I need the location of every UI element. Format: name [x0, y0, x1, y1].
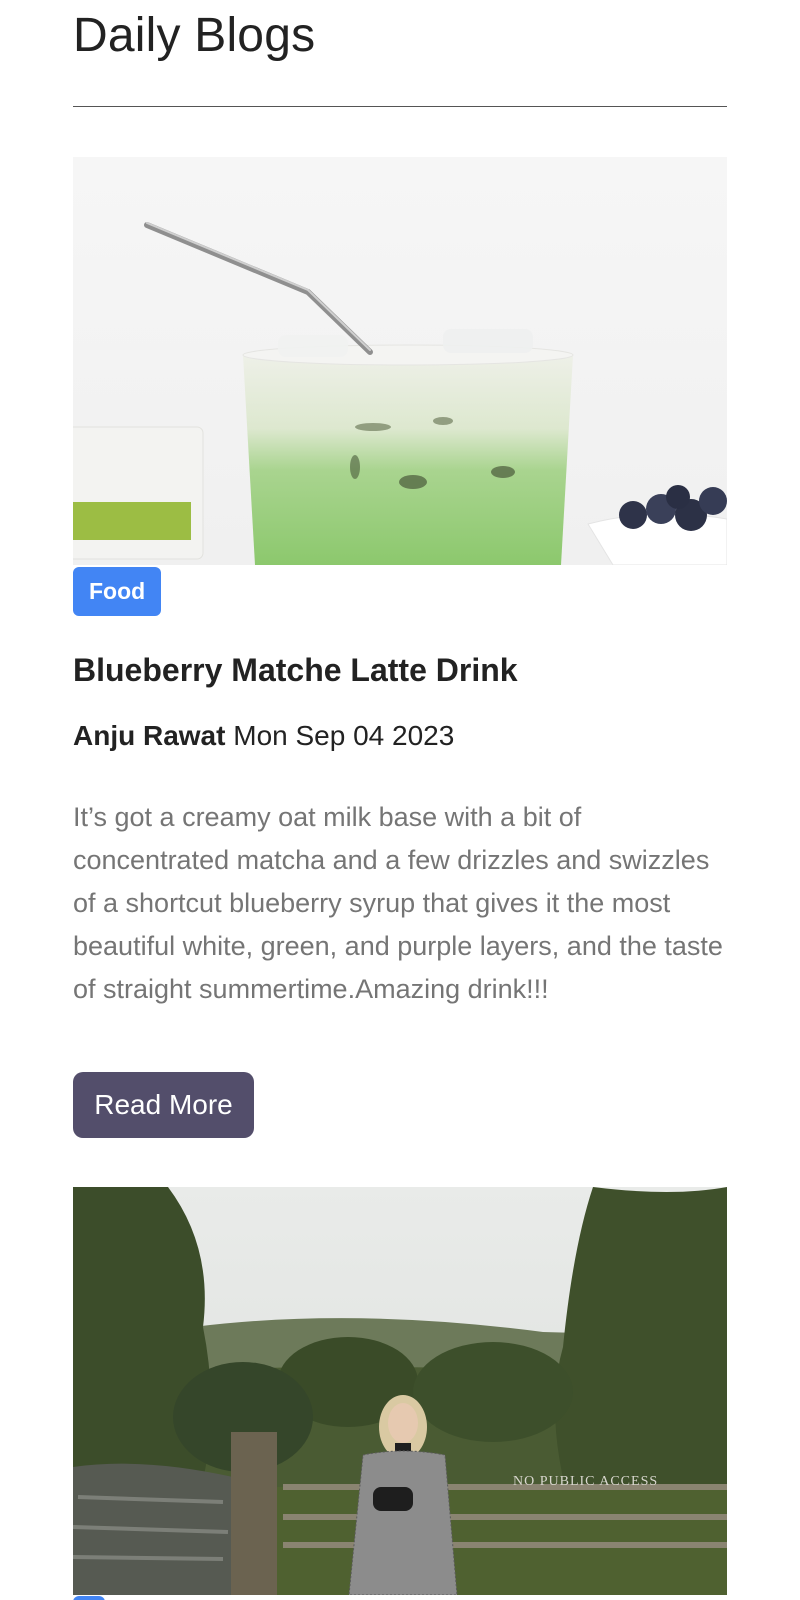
post-date: Mon Sep 04 2023 — [233, 720, 455, 751]
post-meta: Anju Rawat Mon Sep 04 2023 — [73, 720, 454, 752]
post-image-matcha-latte[interactable] — [73, 157, 727, 565]
category-badge[interactable]: Food — [73, 567, 162, 616]
post-image-forest-walk[interactable]: NO PUBLIC ACCESS — [73, 1187, 727, 1595]
post-excerpt: It’s got a creamy oat milk base with a b… — [73, 802, 723, 1004]
gate-sign-text: NO PUBLIC ACCESS — [513, 1474, 658, 1489]
read-more-button[interactable]: Read More — [73, 1072, 254, 1138]
post-title[interactable]: Blueberry Matche Latte Drink — [73, 652, 518, 689]
category-badge-second[interactable] — [73, 1596, 105, 1600]
page-title: Daily Blogs — [73, 9, 316, 62]
header-divider — [73, 106, 727, 107]
post-author: Anju Rawat — [73, 720, 226, 751]
